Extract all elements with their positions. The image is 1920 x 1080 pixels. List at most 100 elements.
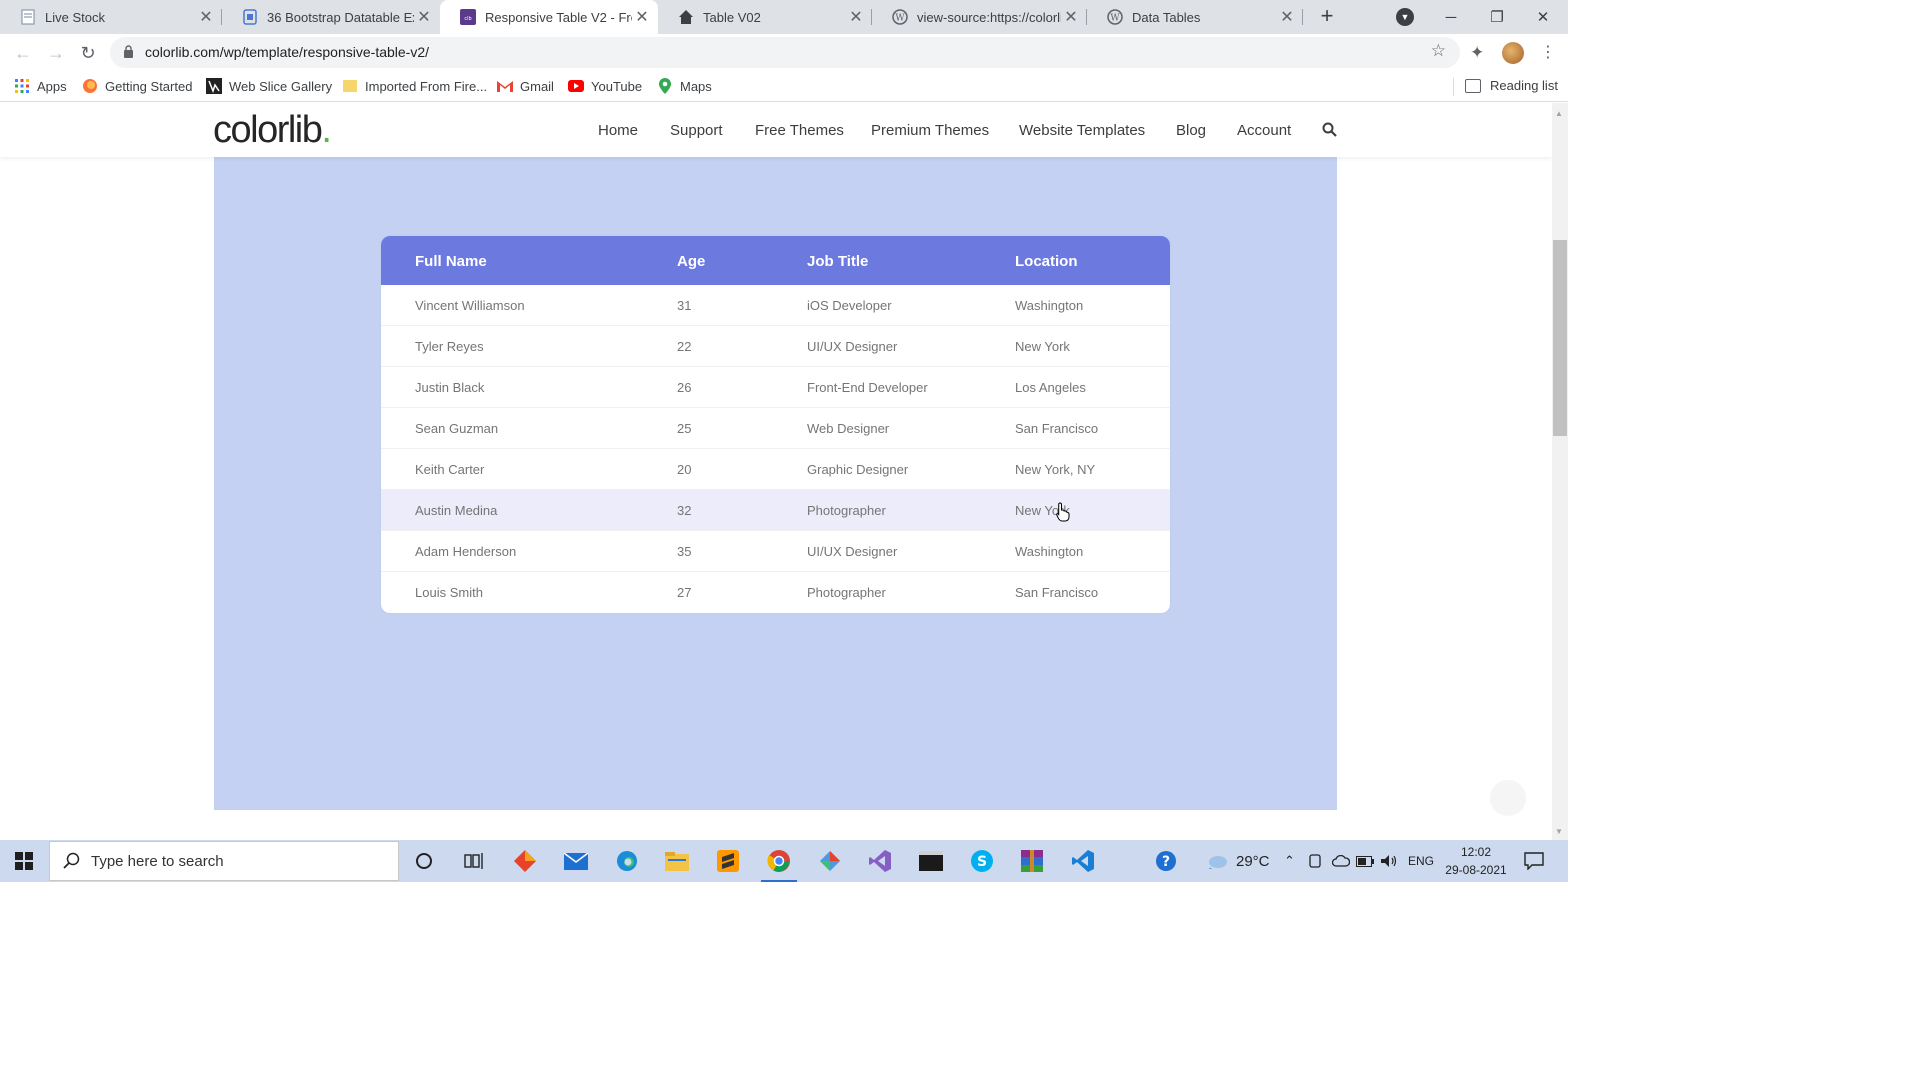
bookmark-getting-started[interactable]: Getting Started — [82, 78, 192, 94]
header-job-title[interactable]: Job Title — [807, 236, 868, 287]
tab-live-stock[interactable]: Live Stock ✕ — [0, 0, 222, 34]
scroll-down-icon[interactable]: ▼ — [1555, 827, 1563, 836]
profile-avatar[interactable] — [1502, 42, 1524, 64]
colorlib-logo[interactable]: colorlib. — [213, 109, 332, 152]
table-row[interactable]: Sean Guzman 25 Web Designer San Francisco — [381, 408, 1170, 449]
extensions-icon[interactable]: ✦ — [1470, 43, 1484, 63]
taskbar-search-box[interactable]: Type here to search — [49, 841, 399, 881]
app-diamond-icon[interactable] — [501, 840, 549, 882]
close-icon[interactable]: ✕ — [632, 7, 652, 27]
new-tab-button[interactable]: + — [1314, 4, 1340, 30]
table-row[interactable]: Vincent Williamson 31 iOS Developer Washing… — [381, 285, 1170, 326]
bookmark-label: Maps — [680, 78, 712, 94]
scrollbar-thumb[interactable] — [1553, 240, 1567, 436]
header-age[interactable]: Age — [677, 236, 705, 287]
search-icon[interactable] — [1322, 122, 1337, 142]
table-row[interactable]: Adam Henderson 35 UI/UX Designer Washington — [381, 531, 1170, 572]
tab-search-icon[interactable]: ▼ — [1396, 8, 1414, 26]
table-row[interactable]: Louis Smith 27 Photographer San Francisco — [381, 572, 1170, 613]
reading-list-button[interactable]: Reading list — [1465, 78, 1558, 93]
bookmark-gmail[interactable]: Gmail — [497, 78, 554, 94]
nav-support[interactable]: Support — [670, 122, 723, 139]
bookmark-web-slice-gallery[interactable]: Web Slice Gallery — [206, 78, 332, 94]
table-row[interactable]: Tyler Reyes 22 UI/UX Designer New York — [381, 326, 1170, 367]
notifications-icon[interactable] — [1524, 840, 1544, 882]
cell-location: New York — [1015, 339, 1070, 354]
address-bar[interactable]: colorlib.com/wp/template/responsive-tabl… — [110, 37, 1460, 68]
reload-icon[interactable]: ↻ — [73, 38, 103, 68]
tab-title: Live Stock — [45, 9, 105, 25]
speaker-icon[interactable] — [1380, 840, 1398, 882]
colorlib-icon: clb — [460, 9, 476, 25]
nav-blog[interactable]: Blog — [1176, 122, 1206, 139]
nav-free-themes[interactable]: Free Themes — [755, 122, 844, 139]
language-indicator[interactable]: ENG — [1408, 840, 1434, 882]
mail-icon[interactable] — [552, 840, 600, 882]
sheet-icon — [20, 9, 36, 25]
tab-view-source[interactable]: W view-source:https://colorlib ✕ — [872, 0, 1087, 34]
chrome-icon[interactable] — [755, 840, 803, 882]
device-icon[interactable] — [1308, 840, 1322, 882]
close-icon[interactable]: ✕ — [196, 7, 216, 27]
nav-website-templates[interactable]: Website Templates — [1019, 122, 1145, 139]
cortana-icon[interactable] — [400, 840, 448, 882]
cloud-icon[interactable] — [1332, 840, 1350, 882]
back-icon[interactable]: ← — [8, 38, 38, 68]
table-row-hovered[interactable]: Austin Medina 32 Photographer New York — [381, 490, 1170, 531]
app-colorful-icon[interactable] — [806, 840, 854, 882]
scrollbar[interactable] — [1552, 103, 1568, 840]
close-icon[interactable]: ✕ — [1061, 7, 1081, 27]
skype-icon[interactable]: S — [958, 840, 1006, 882]
bookmark-imported[interactable]: Imported From Fire... — [342, 78, 487, 94]
nav-home[interactable]: Home — [598, 122, 638, 139]
visual-studio-icon[interactable] — [856, 840, 904, 882]
cell-location: Washington — [1015, 544, 1084, 559]
weather-icon[interactable] — [1206, 840, 1228, 882]
kebab-menu-icon[interactable]: ⋮ — [1540, 42, 1556, 62]
scroll-up-icon[interactable]: ▲ — [1555, 109, 1563, 118]
help-icon[interactable]: ? — [1155, 840, 1177, 882]
bookmark-maps[interactable]: Maps — [657, 78, 712, 94]
sublime-text-icon[interactable] — [704, 840, 752, 882]
battery-icon[interactable] — [1356, 840, 1374, 882]
task-view-icon[interactable] — [450, 840, 498, 882]
nav-account[interactable]: Account — [1237, 122, 1291, 139]
file-explorer-icon[interactable] — [653, 840, 701, 882]
table-row[interactable]: Keith Carter 20 Graphic Designer New York, … — [381, 449, 1170, 490]
forward-icon[interactable]: → — [41, 38, 71, 68]
svg-text:W: W — [895, 14, 905, 24]
tab-responsive-table-v2[interactable]: clb Responsive Table V2 - Free ✕ — [440, 0, 658, 34]
svg-text:?: ? — [1162, 854, 1170, 870]
weather-temp[interactable]: 29°C — [1236, 840, 1270, 882]
cell-name: Sean Guzman — [415, 421, 499, 436]
cell-location: Los Angeles — [1015, 380, 1086, 395]
table-row[interactable]: Justin Black 26 Front-End Developer Los Ang… — [381, 367, 1170, 408]
youtube-icon — [568, 78, 584, 94]
cell-name: Keith Carter — [415, 462, 485, 477]
cell-location: San Francisco — [1015, 421, 1099, 436]
close-icon[interactable]: ✕ — [414, 7, 434, 27]
terminal-icon[interactable] — [907, 840, 955, 882]
close-window-icon[interactable]: ✕ — [1520, 0, 1566, 34]
bookmark-star-icon[interactable]: ☆ — [1431, 41, 1446, 61]
edge-icon[interactable] — [603, 840, 651, 882]
bookmark-apps[interactable]: Apps — [14, 78, 67, 94]
close-icon[interactable]: ✕ — [846, 7, 866, 27]
floating-action-button[interactable] — [1490, 780, 1526, 816]
header-full-name[interactable]: Full Name — [415, 236, 487, 287]
tab-table-v02[interactable]: Table V02 ✕ — [658, 0, 872, 34]
close-icon[interactable]: ✕ — [1277, 7, 1297, 27]
winrar-icon[interactable] — [1008, 840, 1056, 882]
nav-premium-themes[interactable]: Premium Themes — [871, 122, 989, 139]
cell-age: 31 — [677, 298, 692, 313]
header-location[interactable]: Location — [1015, 236, 1078, 287]
minimize-icon[interactable]: ─ — [1428, 0, 1474, 34]
bookmark-youtube[interactable]: YouTube — [568, 78, 642, 94]
tab-bootstrap-datatable[interactable]: 36 Bootstrap Datatable Exar ✕ — [222, 0, 440, 34]
restore-icon[interactable]: ❐ — [1474, 0, 1520, 34]
system-clock[interactable]: 12:02 29-08-2021 — [1444, 843, 1508, 879]
windows-start-button[interactable] — [0, 840, 48, 882]
chevron-up-icon[interactable]: ⌃ — [1284, 840, 1295, 882]
tab-data-tables[interactable]: W Data Tables ✕ — [1087, 0, 1303, 34]
vscode-icon[interactable] — [1059, 840, 1107, 882]
